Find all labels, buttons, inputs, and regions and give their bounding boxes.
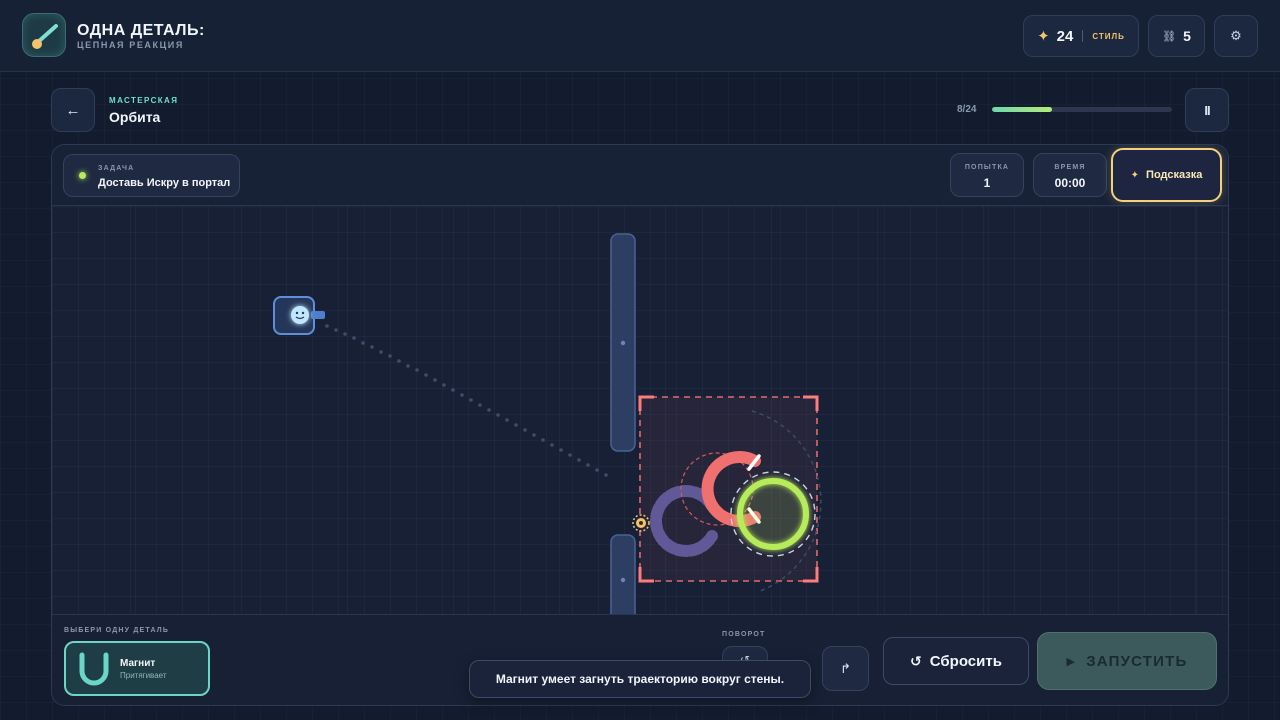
level-progress-fill — [992, 107, 1052, 112]
sparkle-icon: ✦ — [1130, 169, 1140, 181]
divider — [1082, 30, 1084, 42]
wall-top — [610, 233, 636, 452]
reset-button[interactable]: ↺ Сбросить — [883, 637, 1029, 685]
hint-button[interactable]: ✦ Подсказка — [1111, 148, 1222, 202]
links-value: 5 — [1183, 28, 1191, 44]
star-icon: ✦ — [1037, 28, 1050, 45]
stars-value: 24 — [1056, 27, 1074, 45]
time-value: 00:00 — [1054, 176, 1086, 190]
task-status-dot — [79, 172, 86, 179]
play-icon: ▶ — [1066, 655, 1077, 668]
run-label: ЗАПУСТИТЬ — [1086, 652, 1188, 670]
trajectory-preview — [325, 324, 608, 477]
run-button[interactable]: ▶ ЗАПУСТИТЬ — [1037, 632, 1217, 690]
pause-icon: II — [1204, 102, 1210, 118]
rotate-right-button[interactable]: ↱ — [822, 646, 869, 691]
reset-label: Сбросить — [929, 652, 1002, 670]
part-description: Притягивает — [120, 671, 167, 680]
attempt-card: ПОПЫТКА 1 — [950, 153, 1024, 197]
spark-launcher[interactable] — [273, 296, 325, 335]
level-name: Орбита — [109, 109, 161, 125]
time-label: ВРЕМЯ — [1054, 164, 1086, 171]
parts-label: ВЫБЕРИ ОДНУ ДЕТАЛЬ — [64, 627, 170, 634]
hint-label: Подсказка — [1146, 169, 1203, 181]
level-progress-text: 8/24 — [957, 104, 977, 115]
top-bar: ОДНА ДЕТАЛЬ: ЦЕПНАЯ РЕАКЦИЯ ✦ 24 СТИЛЬ ⛓… — [0, 0, 1280, 72]
time-card: ВРЕМЯ 00:00 — [1033, 153, 1107, 197]
stars-counter[interactable]: ✦ 24 СТИЛЬ — [1023, 15, 1139, 57]
wall-bottom — [610, 534, 636, 614]
playfield-scene — [273, 233, 822, 614]
rotation-label: ПОВОРОТ — [722, 631, 766, 638]
app-subtitle: ЦЕПНАЯ РЕАКЦИЯ — [77, 40, 184, 50]
settings-button[interactable]: ⚙ — [1214, 15, 1258, 57]
task-text: Доставь Искру в портал — [98, 177, 231, 189]
rotate-right-icon: ↱ — [840, 660, 851, 676]
back-button[interactable]: ← — [51, 88, 95, 132]
attempt-value: 1 — [983, 176, 991, 190]
panel-header: ЗАДАЧА Доставь Искру в портал ПОПЫТКА 1 … — [52, 145, 1228, 206]
hint-toast: Магнит умеет загнуть траекторию вокруг с… — [469, 660, 811, 698]
task-label: ЗАДАЧА — [98, 165, 135, 172]
magnet-icon — [79, 652, 109, 686]
pause-button[interactable]: II — [1185, 88, 1229, 132]
arrow-left-icon: ← — [65, 101, 81, 119]
part-name: Магнит — [120, 658, 156, 669]
app-title: ОДНА ДЕТАЛЬ: — [77, 22, 205, 39]
style-label: СТИЛЬ — [1092, 31, 1125, 41]
playfield[interactable] — [52, 206, 1228, 614]
reset-icon: ↺ — [910, 652, 922, 669]
attempt-label: ПОПЫТКА — [964, 164, 1010, 171]
gear-icon: ⚙ — [1230, 28, 1242, 43]
part-card-magnet[interactable]: Магнит Притягивает — [64, 641, 210, 696]
level-category: МАСТЕРСКАЯ — [109, 96, 179, 105]
level-progress-bar — [992, 107, 1172, 112]
links-counter[interactable]: ⛓ 5 — [1148, 15, 1205, 57]
app-logo — [22, 13, 66, 57]
chain-icon: ⛓ — [1162, 30, 1177, 43]
task-card: ЗАДАЧА Доставь Искру в портал — [63, 154, 240, 197]
game-panel: ЗАДАЧА Доставь Искру в портал ПОПЫТКА 1 … — [51, 144, 1229, 706]
